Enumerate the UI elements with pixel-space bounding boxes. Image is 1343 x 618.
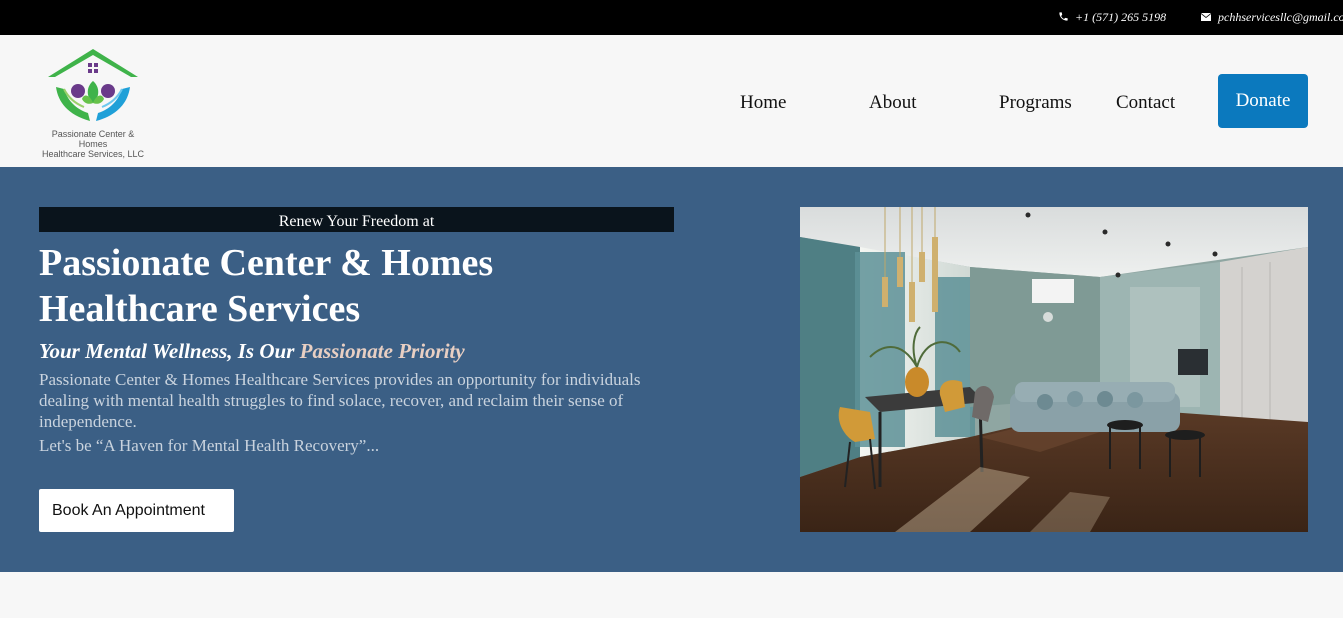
hero-title-line2: Healthcare Services: [39, 288, 361, 330]
hero-title-line1: Passionate Center & Homes: [39, 242, 494, 284]
logo-house-hands-icon: [48, 49, 138, 121]
book-appointment-button[interactable]: Book An Appointment: [39, 489, 234, 532]
logo-text-line2: Healthcare Services, LLC: [41, 149, 145, 159]
nav-programs[interactable]: Programs: [999, 92, 1072, 114]
donate-button[interactable]: Donate: [1218, 74, 1308, 128]
top-contact-bar: +1 (571) 265 5198 pchhservicesllc@gmail.…: [0, 0, 1343, 35]
hero-tagline: Let's be “A Haven for Mental Health Reco…: [39, 436, 380, 455]
hero-eyebrow: Renew Your Freedom at: [39, 207, 674, 232]
phone-number: +1 (571) 265 5198: [1075, 10, 1167, 24]
hero-interior-photo: [800, 207, 1308, 532]
email-contact[interactable]: pchhservicesllc@gmail.com: [1200, 10, 1343, 25]
nav-home[interactable]: Home: [740, 92, 786, 114]
site-header: Passionate Center & Homes Healthcare Ser…: [0, 35, 1343, 167]
nav-about[interactable]: About: [869, 92, 917, 114]
hero-subtitle-part1: Your Mental Wellness, Is Our: [39, 339, 300, 363]
hero-title: Passionate Center & Homes Healthcare Ser…: [39, 240, 493, 332]
hero-subtitle-part2: Passionate Priority: [299, 339, 465, 363]
nav-contact[interactable]: Contact: [1116, 92, 1175, 114]
site-logo[interactable]: Passionate Center & Homes Healthcare Ser…: [38, 47, 148, 159]
hero-subtitle: Your Mental Wellness, Is Our Passionate …: [39, 339, 465, 364]
phone-icon: [1059, 12, 1068, 21]
hero-description: Passionate Center & Homes Healthcare Ser…: [39, 370, 641, 431]
logo-text: Passionate Center & Homes Healthcare Ser…: [38, 129, 148, 159]
hero-section: Renew Your Freedom at Passionate Center …: [0, 167, 1343, 572]
logo-text-line1: Passionate Center & Homes: [51, 129, 135, 149]
email-address: pchhservicesllc@gmail.com: [1218, 10, 1343, 24]
phone-contact[interactable]: +1 (571) 265 5198: [1058, 10, 1166, 25]
envelope-icon: [1201, 13, 1211, 21]
interior-room-image: [800, 207, 1308, 532]
